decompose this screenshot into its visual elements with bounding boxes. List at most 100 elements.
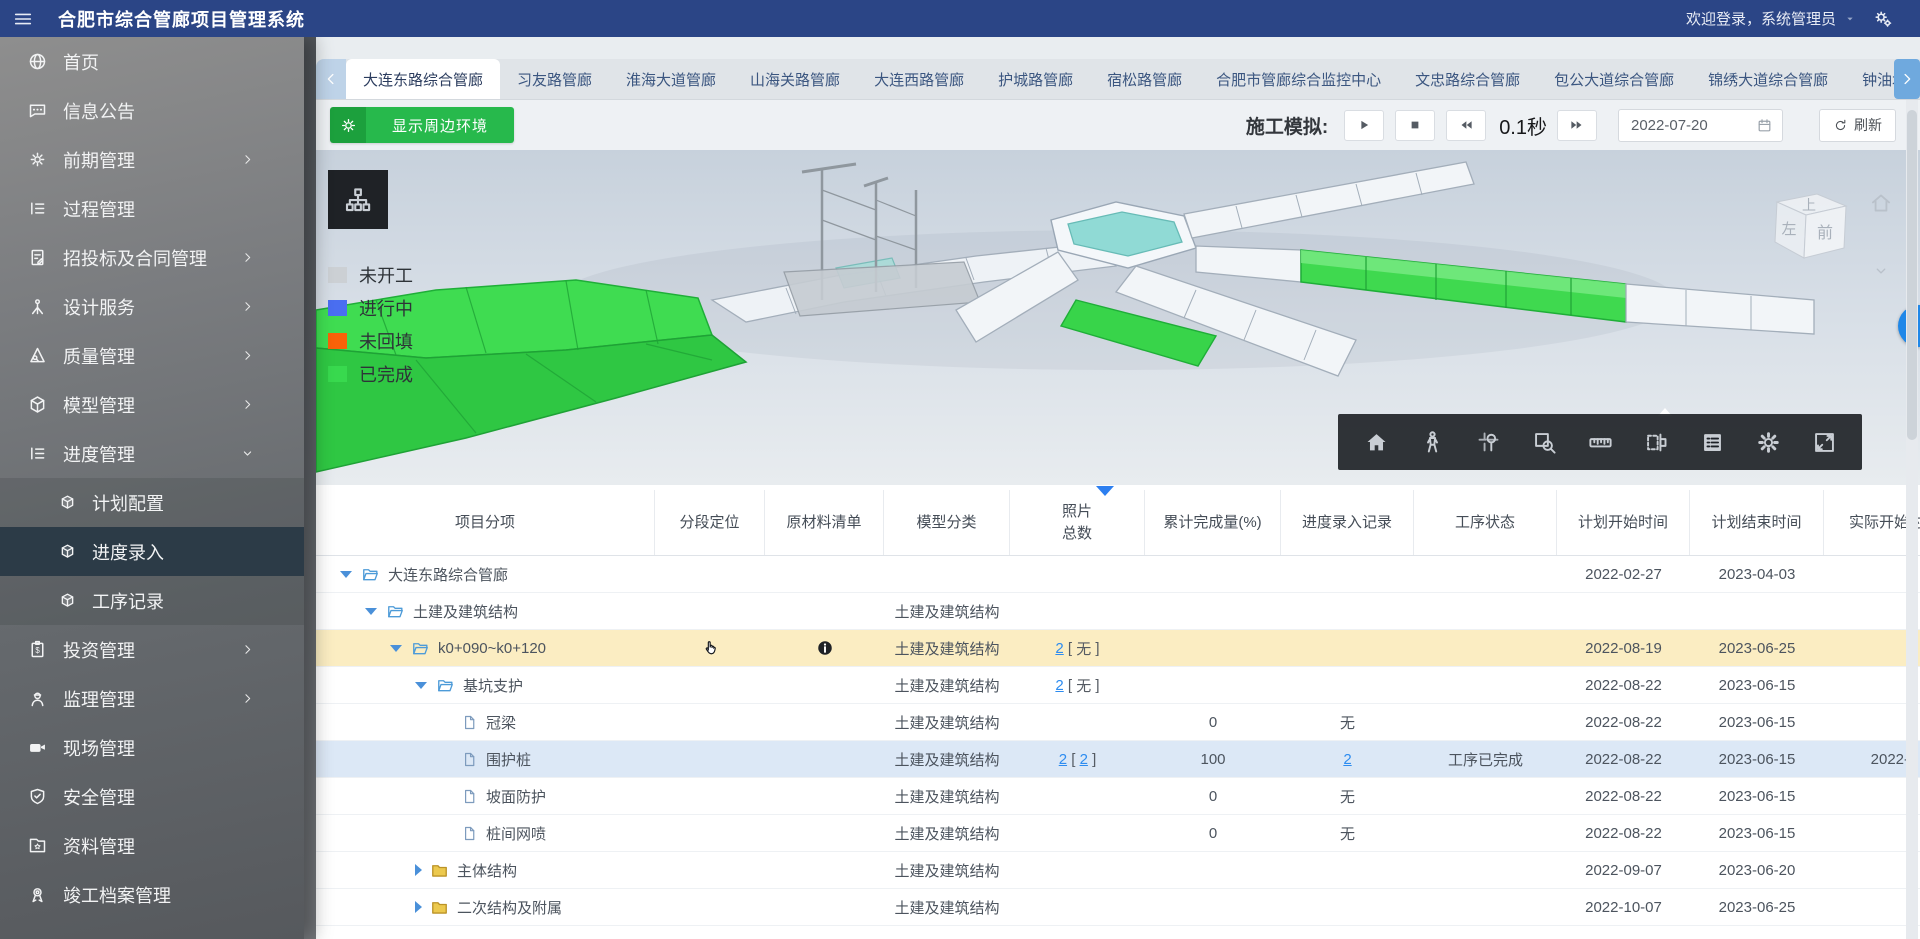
- table-row-围护桩[interactable]: 围护桩土建及建筑结构2 [ 2 ]1002工序已完成2022-08-222023…: [316, 741, 1920, 778]
- cell-material-list[interactable]: [765, 741, 884, 777]
- menu-icon[interactable]: [0, 8, 46, 30]
- table-row-主体结构[interactable]: 主体结构土建及建筑结构2022-09-072023-06-20: [316, 852, 1920, 889]
- tab-大连东路综合管廊[interactable]: 大连东路综合管廊: [346, 59, 500, 99]
- cell-segment-locate[interactable]: [655, 630, 765, 666]
- cell-material-list[interactable]: [765, 556, 884, 592]
- tree-collapse-arrow[interactable]: [365, 608, 377, 615]
- sidebar-item-2[interactable]: 信息公告: [0, 86, 304, 135]
- splitter-collapse-triangle[interactable]: [1096, 486, 1114, 496]
- tree-collapse-arrow[interactable]: [415, 682, 427, 689]
- cell-segment-locate[interactable]: [655, 815, 765, 851]
- tab-山海关路管廊[interactable]: 山海关路管廊: [733, 59, 857, 99]
- sidebar-subitem-计划配置[interactable]: 计划配置: [0, 478, 304, 527]
- table-row-k0+090~k0+120[interactable]: k0+090~k0+120土建及建筑结构2 [ 无 ]2022-08-19202…: [316, 630, 1920, 667]
- view-cube-left-label[interactable]: 左: [1781, 221, 1796, 238]
- cell-material-list[interactable]: [765, 630, 884, 666]
- tab-习友路管廊[interactable]: 习友路管廊: [500, 59, 609, 99]
- tree-expand-arrow[interactable]: [415, 901, 422, 913]
- walk-button[interactable]: [1419, 429, 1446, 456]
- tree-collapse-arrow[interactable]: [340, 571, 352, 578]
- cell-material-list[interactable]: [765, 815, 884, 851]
- cell-segment-locate[interactable]: [655, 667, 765, 703]
- tab-大连西路管廊[interactable]: 大连西路管廊: [857, 59, 981, 99]
- chevron-down-icon[interactable]: [1872, 262, 1890, 280]
- table-row-基坑支护[interactable]: 基坑支护土建及建筑结构2 [ 无 ]2022-08-222023-06-15: [316, 667, 1920, 704]
- sidebar-item-14[interactable]: 资料管理: [0, 821, 304, 870]
- sidebar-item-6[interactable]: 设计服务: [0, 282, 304, 331]
- cell-segment-locate[interactable]: [655, 852, 765, 888]
- tab-护城路管廊[interactable]: 护城路管廊: [981, 59, 1090, 99]
- record-link[interactable]: 2: [1343, 751, 1351, 768]
- table-row-冠梁[interactable]: 冠梁土建及建筑结构0无2022-08-222023-06-15: [316, 704, 1920, 741]
- sidebar-subitem-工序记录[interactable]: 工序记录: [0, 576, 304, 625]
- tree-expand-arrow[interactable]: [415, 864, 422, 876]
- bim-viewport[interactable]: 未开工进行中未回填已完成 上 左 前: [316, 150, 1920, 485]
- show-environment-button[interactable]: 显示周边环境: [330, 107, 514, 143]
- table-row-二次结构及附属[interactable]: 二次结构及附属土建及建筑结构2022-10-072023-06-25: [316, 889, 1920, 926]
- cell-segment-locate[interactable]: [655, 889, 765, 925]
- fullscreen-button[interactable]: [1811, 429, 1838, 456]
- stop-button[interactable]: [1395, 110, 1435, 141]
- section-button[interactable]: [1643, 429, 1670, 456]
- cell-material-list[interactable]: [765, 667, 884, 703]
- photo-count-link[interactable]: 2: [1059, 751, 1067, 768]
- info-icon[interactable]: [816, 639, 834, 657]
- cell-segment-locate[interactable]: [655, 741, 765, 777]
- tab-淮海大道管廊[interactable]: 淮海大道管廊: [609, 59, 733, 99]
- view-cube-front-label[interactable]: 前: [1817, 224, 1833, 242]
- home-button[interactable]: [1363, 429, 1390, 456]
- tab-文忠路综合管廊[interactable]: 文忠路综合管廊: [1398, 59, 1537, 99]
- tab-包公大道综合管廊[interactable]: 包公大道综合管廊: [1537, 59, 1691, 99]
- model-tree-button[interactable]: [328, 170, 388, 229]
- sidebar-item-5[interactable]: 招投标及合同管理: [0, 233, 304, 282]
- cell-material-list[interactable]: [765, 778, 884, 814]
- photo-bracket-link[interactable]: 2: [1080, 751, 1088, 768]
- zoom-select-button[interactable]: [1531, 429, 1558, 456]
- view-cube[interactable]: 上 左 前: [1742, 190, 1862, 300]
- sidebar-subitem-进度录入[interactable]: 进度录入: [0, 527, 304, 576]
- page-scrollbar-thumb[interactable]: [1907, 110, 1917, 440]
- sidebar-item-13[interactable]: 安全管理: [0, 772, 304, 821]
- sidebar-item-12[interactable]: 现场管理: [0, 723, 304, 772]
- tab-锦绣大道综合管廊[interactable]: 锦绣大道综合管廊: [1691, 59, 1845, 99]
- cell-segment-locate[interactable]: [655, 704, 765, 740]
- table-row-桩间网喷[interactable]: 桩间网喷土建及建筑结构0无2022-08-222023-06-15: [316, 815, 1920, 852]
- sidebar-item-7[interactable]: 质量管理: [0, 331, 304, 380]
- view-home-icon[interactable]: [1868, 190, 1894, 216]
- cell-material-list[interactable]: [765, 852, 884, 888]
- refresh-button[interactable]: 刷新: [1819, 109, 1896, 142]
- sidebar-item-9[interactable]: 进度管理: [0, 429, 304, 478]
- tab-钟油坊路综合管廊[interactable]: 钟油坊路综合管廊: [1845, 59, 1894, 99]
- detail-list-button[interactable]: [1699, 429, 1726, 456]
- locate-button[interactable]: [1475, 429, 1502, 456]
- tab-合肥市管廊综合监控中心[interactable]: 合肥市管廊综合监控中心: [1199, 59, 1398, 99]
- cell-material-list[interactable]: [765, 593, 884, 629]
- measure-button[interactable]: [1587, 429, 1614, 456]
- table-row-坡面防护[interactable]: 坡面防护土建及建筑结构0无2022-08-222023-06-15: [316, 778, 1920, 815]
- sidebar-item-3[interactable]: 前期管理: [0, 135, 304, 184]
- table-row-土建及建筑结构[interactable]: 土建及建筑结构土建及建筑结构: [316, 593, 1920, 630]
- cell-material-list[interactable]: [765, 889, 884, 925]
- tabs-scroll-right-button[interactable]: [1894, 59, 1920, 99]
- cell-segment-locate[interactable]: [655, 593, 765, 629]
- cell-material-list[interactable]: [765, 704, 884, 740]
- sidebar-item-4[interactable]: 过程管理: [0, 184, 304, 233]
- sidebar-item-15[interactable]: 竣工档案管理: [0, 870, 304, 919]
- step-back-button[interactable]: [1446, 110, 1486, 141]
- step-forward-button[interactable]: [1557, 110, 1597, 141]
- sidebar-item-1[interactable]: 首页: [0, 37, 304, 86]
- photo-count-link[interactable]: 2: [1055, 640, 1063, 657]
- tabs-scroll-left-button[interactable]: [316, 59, 346, 99]
- cell-segment-locate[interactable]: [655, 778, 765, 814]
- date-input[interactable]: 2022-07-20: [1618, 109, 1783, 142]
- sidebar-item-10[interactable]: $投资管理: [0, 625, 304, 674]
- photo-count-link[interactable]: 2: [1055, 677, 1063, 694]
- tab-宿松路管廊[interactable]: 宿松路管廊: [1090, 59, 1199, 99]
- cell-segment-locate[interactable]: [655, 556, 765, 592]
- sidebar-item-8[interactable]: 模型管理: [0, 380, 304, 429]
- play-button[interactable]: [1344, 110, 1384, 141]
- sidebar-item-11[interactable]: 监理管理: [0, 674, 304, 723]
- view-cube-top-label[interactable]: 上: [1802, 197, 1816, 213]
- table-row-大连东路综合管廊[interactable]: 大连东路综合管廊2022-02-272023-04-03: [316, 556, 1920, 593]
- settings-gears-icon[interactable]: [1872, 8, 1894, 30]
